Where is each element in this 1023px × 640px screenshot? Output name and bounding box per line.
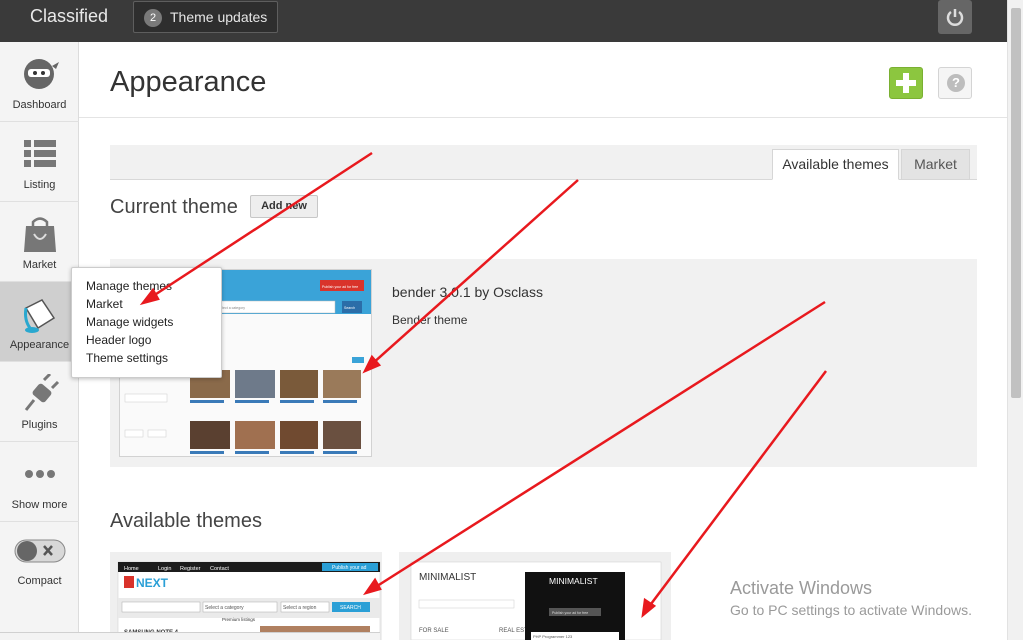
sidebar-item-dashboard[interactable]: Dashboard — [0, 42, 79, 122]
activate-windows-subtitle: Go to PC settings to activate Windows. — [730, 602, 972, 618]
next-logo-text: NEXT — [136, 576, 169, 590]
next-search-text: SEARCH — [340, 605, 361, 611]
sidebar-item-label: Plugins — [21, 419, 58, 431]
minimalist-publish-text: Publish your ad for free — [552, 611, 588, 615]
next-category-text: Select a category — [205, 605, 244, 611]
menu-item-header-logo[interactable]: Header logo — [86, 333, 151, 347]
activate-windows-title: Activate Windows — [730, 578, 873, 598]
current-theme-name: bender 3.0.1 by Osclass — [392, 284, 543, 300]
sidebar-item-show-more[interactable]: Show more — [0, 442, 79, 522]
next-nav-register: Register — [180, 566, 201, 572]
minimalist-title: MINIMALIST — [419, 572, 476, 583]
bender-publish-text: Publish your ad for free — [322, 285, 358, 289]
current-theme-description: Bender theme — [392, 313, 468, 327]
sidebar: Dashboard Listing Market Appearance Plug… — [0, 42, 79, 640]
sidebar-item-label: Appearance — [9, 339, 70, 351]
minimalist-for-sale: FOR SALE — [419, 628, 449, 634]
bender-category-text: Select a category — [218, 306, 245, 310]
ninja-icon — [24, 59, 59, 89]
menu-item-market[interactable]: Market — [86, 297, 123, 311]
plus-icon — [896, 73, 916, 93]
menu-item-manage-themes[interactable]: Manage themes — [86, 279, 172, 293]
add-new-button[interactable]: Add new — [250, 195, 318, 218]
sidebar-item-label: Listing — [23, 179, 56, 191]
sidebar-item-label: Compact — [17, 575, 62, 587]
next-theme-preview: Home Login Register Contact Publish your… — [117, 561, 381, 640]
next-nav-login: Login — [158, 566, 171, 572]
status-strip — [0, 632, 380, 640]
available-themes-heading: Available themes — [110, 510, 262, 532]
minimalist-theme-preview: MINIMALIST FOR SALE REAL ESTATE MINIMALI… — [410, 561, 662, 640]
power-icon — [946, 9, 964, 26]
page-title: Appearance — [110, 66, 267, 98]
logout-button[interactable] — [938, 0, 972, 34]
sidebar-item-plugins[interactable]: Plugins — [0, 362, 79, 442]
top-bar: Classified 2 Theme updates — [0, 0, 1007, 42]
minimalist-php-text: PHP Programmer 123 — [533, 634, 573, 639]
question-mark-icon: ? — [947, 74, 965, 92]
tab-available-themes[interactable]: Available themes — [772, 149, 899, 180]
theme-updates-label: Theme updates — [170, 9, 268, 25]
sidebar-item-compact[interactable]: Compact — [0, 522, 79, 598]
brand-title[interactable]: Classified — [30, 6, 108, 27]
toggle-icon[interactable] — [14, 538, 66, 564]
next-premium-text: Premium listings — [222, 617, 256, 622]
paint-bucket-icon — [24, 299, 56, 333]
theme-updates-button[interactable]: 2 Theme updates — [133, 1, 278, 33]
scrollbar-thumb[interactable] — [1011, 8, 1021, 398]
plug-icon — [24, 374, 60, 411]
sidebar-item-label: Show more — [11, 499, 68, 511]
current-theme-heading: Current theme — [110, 196, 238, 218]
tab-market[interactable]: Market — [901, 149, 970, 180]
list-icon — [24, 140, 56, 167]
header-divider — [79, 117, 1007, 118]
menu-item-manage-widgets[interactable]: Manage widgets — [86, 315, 173, 329]
vertical-scrollbar[interactable] — [1007, 0, 1023, 640]
theme-card-next[interactable]: Home Login Register Contact Publish your… — [110, 552, 382, 640]
sidebar-item-label: Dashboard — [12, 99, 67, 111]
add-theme-button[interactable] — [889, 67, 923, 99]
shopping-bag-icon — [24, 217, 56, 252]
menu-item-theme-settings[interactable]: Theme settings — [86, 351, 168, 365]
sidebar-item-market[interactable]: Market — [0, 202, 79, 282]
sidebar-item-label: Market — [22, 259, 57, 271]
next-publish-text: Publish your ad — [332, 565, 367, 571]
minimalist-overlay-title: MINIMALIST — [549, 576, 598, 586]
bender-search-text: Search — [344, 306, 355, 310]
next-nav-home: Home — [124, 566, 139, 572]
next-nav-contact: Contact — [210, 566, 229, 572]
dots-icon — [25, 470, 55, 478]
theme-card-minimalist[interactable]: MINIMALIST FOR SALE REAL ESTATE MINIMALI… — [399, 552, 671, 640]
sidebar-item-listing[interactable]: Listing — [0, 122, 79, 202]
next-region-text: Select a region — [283, 605, 317, 611]
help-button[interactable]: ? — [938, 67, 972, 99]
sidebar-item-appearance[interactable]: Appearance — [0, 282, 79, 362]
updates-count-badge: 2 — [144, 9, 162, 27]
appearance-submenu: Manage themes Market Manage widgets Head… — [71, 267, 222, 378]
